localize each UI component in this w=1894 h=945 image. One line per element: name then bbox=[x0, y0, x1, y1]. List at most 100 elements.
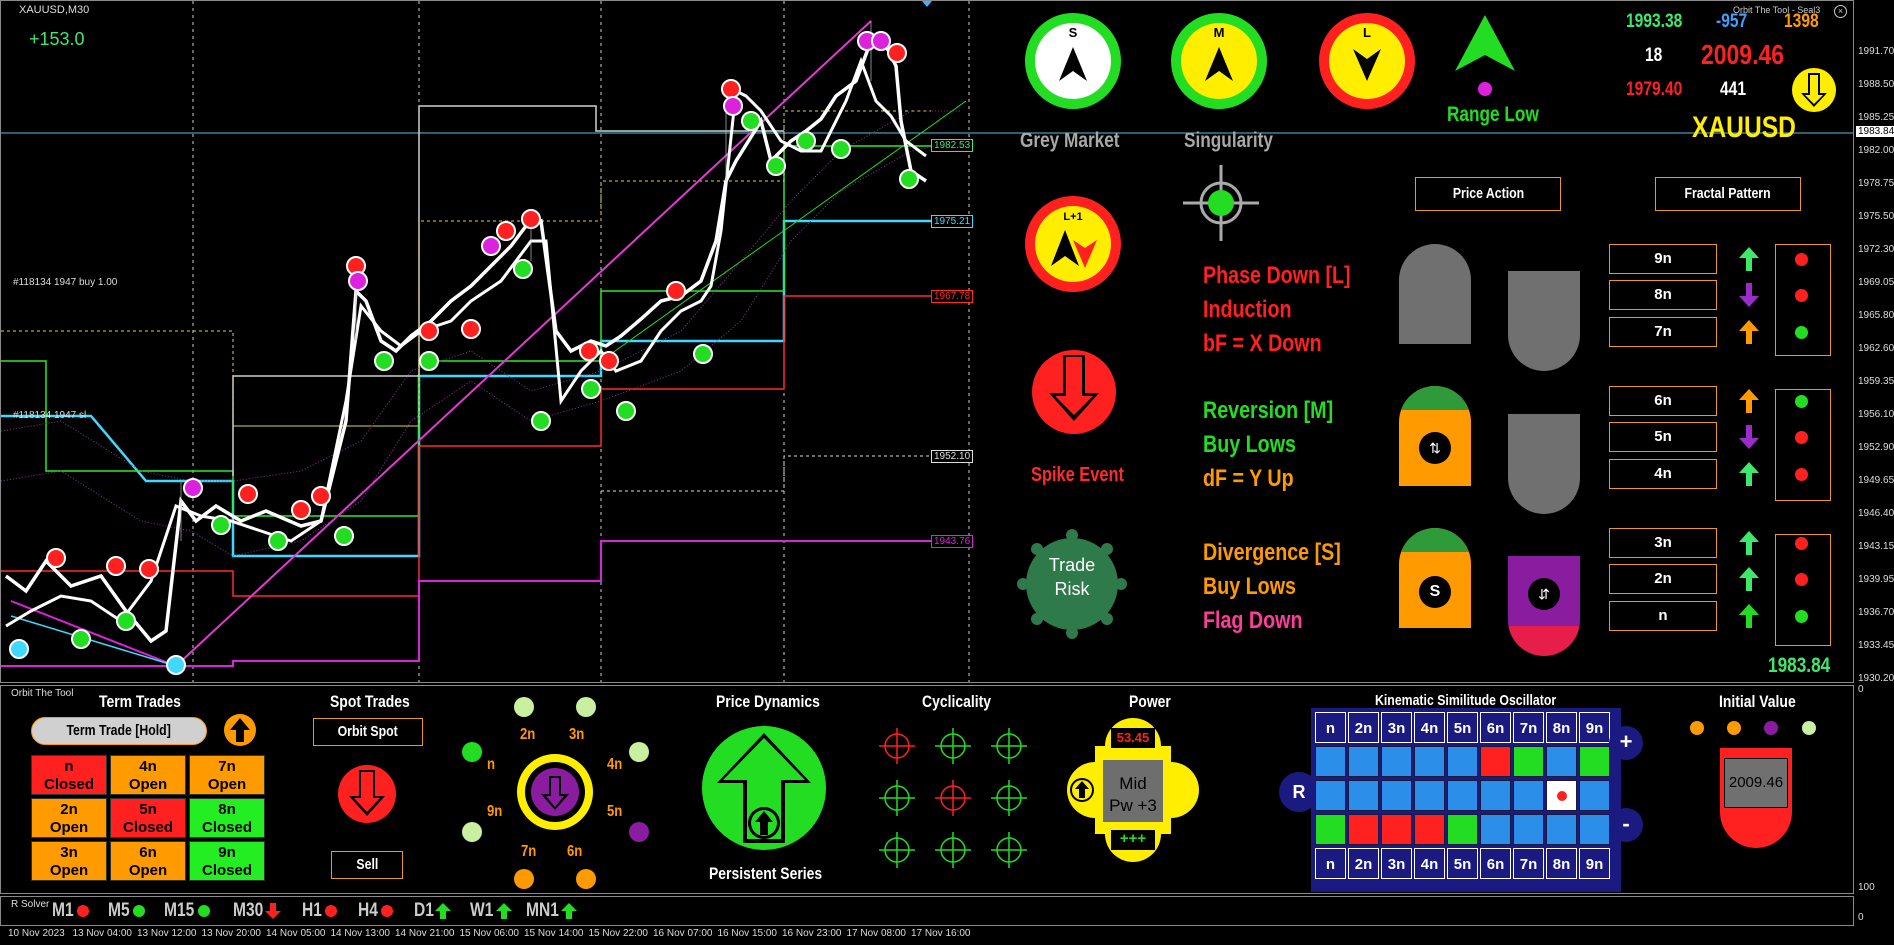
fractal-pattern-button[interactable]: Fractal Pattern bbox=[1655, 177, 1801, 211]
term-trade-cell[interactable]: 2n Open bbox=[31, 798, 107, 838]
signal-marker-icon[interactable] bbox=[871, 31, 891, 51]
signal-marker-icon[interactable] bbox=[579, 341, 599, 361]
price-axis[interactable]: 1991.70 1988.50 1985.25 1983.84 1982.00 1978.… bbox=[1854, 0, 1894, 928]
compass-l-icon[interactable]: L bbox=[1317, 11, 1417, 111]
close-icon[interactable]: × bbox=[1834, 5, 1847, 18]
signal-marker-icon[interactable] bbox=[796, 131, 816, 151]
signal-marker-icon[interactable] bbox=[461, 319, 481, 339]
kso-cell[interactable] bbox=[1480, 746, 1511, 777]
kso-cell[interactable] bbox=[1315, 814, 1346, 845]
signal-marker-icon[interactable] bbox=[899, 169, 919, 189]
signal-marker-icon[interactable] bbox=[9, 639, 29, 659]
signal-marker-icon[interactable] bbox=[139, 559, 159, 579]
kso-cell[interactable] bbox=[1480, 780, 1511, 811]
kso-cell[interactable] bbox=[1414, 814, 1445, 845]
signal-marker-icon[interactable] bbox=[419, 321, 439, 341]
signal-marker-icon[interactable] bbox=[116, 611, 136, 631]
signal-marker-icon[interactable] bbox=[374, 351, 394, 371]
price-action-button[interactable]: Price Action bbox=[1415, 177, 1561, 211]
kso-cell[interactable] bbox=[1513, 780, 1544, 811]
level-box-8n[interactable]: 8n bbox=[1609, 280, 1717, 310]
signal-marker-icon[interactable] bbox=[831, 139, 851, 159]
kso-minus-button[interactable]: - bbox=[1609, 808, 1643, 842]
signal-marker-icon[interactable] bbox=[581, 379, 601, 399]
signal-marker-icon[interactable] bbox=[46, 548, 66, 568]
term-trade-cell[interactable]: 6n Open bbox=[110, 841, 186, 881]
term-trade-cell[interactable]: 3n Open bbox=[31, 841, 107, 881]
term-trade-cell[interactable]: 7n Open bbox=[189, 755, 265, 795]
kso-cell[interactable] bbox=[1579, 780, 1610, 811]
signal-marker-icon[interactable] bbox=[291, 500, 311, 520]
kso-cell[interactable] bbox=[1546, 814, 1577, 845]
signal-marker-icon[interactable] bbox=[238, 484, 258, 504]
signal-marker-icon[interactable] bbox=[211, 515, 231, 535]
timeframe-h4[interactable]: H4 bbox=[358, 900, 396, 922]
kso-cell[interactable] bbox=[1348, 814, 1379, 845]
signal-marker-icon[interactable] bbox=[666, 281, 686, 301]
signal-marker-icon[interactable] bbox=[71, 629, 91, 649]
signal-marker-icon[interactable] bbox=[887, 43, 907, 63]
signal-marker-icon[interactable] bbox=[531, 411, 551, 431]
l-plus-one-icon[interactable]: L+1 bbox=[1023, 194, 1123, 294]
signal-marker-icon[interactable] bbox=[268, 531, 288, 551]
level-box-n[interactable]: n bbox=[1609, 601, 1717, 631]
timeframe-h1[interactable]: H1 bbox=[302, 900, 340, 922]
level-box-3n[interactable]: 3n bbox=[1609, 528, 1717, 558]
signal-marker-icon[interactable] bbox=[496, 221, 516, 241]
signal-marker-icon[interactable] bbox=[481, 236, 501, 256]
signal-marker-icon[interactable] bbox=[419, 351, 439, 371]
timeframe-m5[interactable]: M5 bbox=[108, 900, 148, 922]
kso-cell[interactable] bbox=[1579, 814, 1610, 845]
timeframe-mn1[interactable]: MN1 bbox=[526, 900, 578, 922]
term-trade-cell[interactable]: n Closed bbox=[31, 755, 107, 795]
kso-cell[interactable] bbox=[1414, 746, 1445, 777]
kso-cell[interactable] bbox=[1348, 780, 1379, 811]
kso-cell[interactable] bbox=[1315, 746, 1346, 777]
term-trade-hold-button[interactable]: Term Trade [Hold] bbox=[31, 717, 207, 745]
kso-cell[interactable] bbox=[1414, 780, 1445, 811]
kso-cell[interactable] bbox=[1447, 814, 1478, 845]
compass-s-icon[interactable]: S bbox=[1023, 11, 1123, 111]
kso-cell[interactable] bbox=[1381, 780, 1412, 811]
kso-cell[interactable] bbox=[1447, 780, 1478, 811]
level-box-4n[interactable]: 4n bbox=[1609, 459, 1717, 489]
sl-order-label[interactable]: #118134 1947 sl bbox=[13, 410, 86, 421]
kso-cell[interactable] bbox=[1381, 814, 1412, 845]
kso-cell[interactable] bbox=[1513, 746, 1544, 777]
kso-cell[interactable] bbox=[1579, 746, 1610, 777]
signal-marker-icon[interactable] bbox=[513, 259, 533, 279]
kso-cell[interactable] bbox=[1348, 746, 1379, 777]
signal-marker-icon[interactable] bbox=[106, 556, 126, 576]
signal-marker-icon[interactable] bbox=[334, 526, 354, 546]
level-box-2n[interactable]: 2n bbox=[1609, 564, 1717, 594]
signal-marker-icon[interactable] bbox=[166, 655, 186, 675]
buy-order-label[interactable]: #118134 1947 buy 1.00 bbox=[13, 277, 117, 288]
term-trade-cell[interactable]: 9n Closed bbox=[189, 841, 265, 881]
kso-cell[interactable] bbox=[1546, 780, 1577, 811]
timeframe-w1[interactable]: W1 bbox=[470, 900, 513, 922]
signal-marker-icon[interactable] bbox=[721, 79, 741, 99]
level-box-6n[interactable]: 6n bbox=[1609, 386, 1717, 416]
signal-marker-icon[interactable] bbox=[348, 271, 368, 291]
kso-cell[interactable] bbox=[1315, 780, 1346, 811]
kso-cell[interactable] bbox=[1381, 746, 1412, 777]
signal-marker-icon[interactable] bbox=[521, 209, 541, 229]
kso-cell[interactable] bbox=[1513, 814, 1544, 845]
signal-marker-icon[interactable] bbox=[616, 401, 636, 421]
signal-marker-icon[interactable] bbox=[693, 344, 713, 364]
signal-marker-icon[interactable] bbox=[183, 478, 203, 498]
kso-cell[interactable] bbox=[1447, 746, 1478, 777]
orbit-spot-button[interactable]: Orbit Spot bbox=[313, 718, 423, 746]
signal-marker-icon[interactable] bbox=[766, 156, 786, 176]
sell-button[interactable]: Sell bbox=[331, 851, 403, 879]
price-chart[interactable]: XAUUSD,M30 +153.0 #118134 1947 buy 1.00 … bbox=[0, 0, 1854, 683]
kso-cell[interactable] bbox=[1546, 746, 1577, 777]
level-box-7n[interactable]: 7n bbox=[1609, 317, 1717, 347]
timeframe-m1[interactable]: M1 bbox=[52, 900, 92, 922]
signal-marker-icon[interactable] bbox=[599, 351, 619, 371]
term-trade-cell[interactable]: 8n Closed bbox=[189, 798, 265, 838]
signal-marker-icon[interactable] bbox=[723, 96, 743, 116]
timeframe-m15[interactable]: M15 bbox=[164, 900, 213, 922]
signal-marker-icon[interactable] bbox=[741, 111, 761, 131]
timeframe-d1[interactable]: D1 bbox=[414, 900, 452, 922]
